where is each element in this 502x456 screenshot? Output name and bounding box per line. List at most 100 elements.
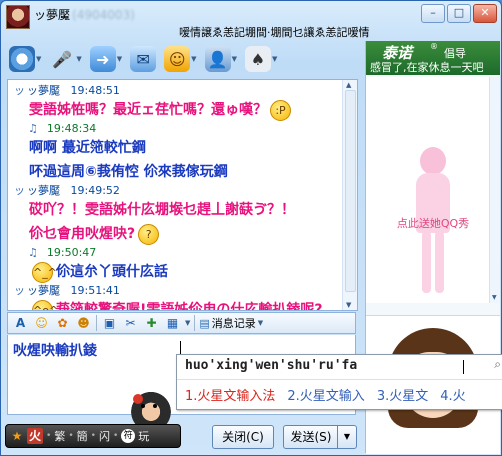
magic-emoticon-icon[interactable]: ✿	[54, 315, 71, 332]
divider	[194, 315, 196, 331]
scroll-up-icon[interactable]: ▲	[346, 81, 351, 89]
separator-dot: •	[90, 431, 96, 441]
ime-traditional[interactable]: 繁	[54, 428, 65, 444]
signature: 嗳情譲ゑ恙記堋間‧堋間乜讓ゑ恙記嗳情	[179, 26, 370, 39]
message-text: ^_^ 伱這厼丫頭什庅話	[29, 260, 357, 284]
close-button[interactable]: 关闭(C)	[212, 425, 274, 449]
voice-chat-button[interactable]: 🎤 ▼	[47, 44, 83, 74]
qq-show-label[interactable]: 点此送她QQ秀	[366, 215, 500, 231]
user-button[interactable]: 👤 ▼	[203, 44, 239, 74]
video-chat-button[interactable]: ▼	[7, 44, 43, 74]
chat-scrollbar[interactable]: ▲ ▼	[342, 80, 357, 310]
chevron-down-icon[interactable]: ▼	[272, 55, 277, 63]
nickname: ッ夢魘	[34, 8, 71, 22]
separator-dot: •	[112, 431, 119, 441]
tongue-emoji-icon: :P	[270, 99, 291, 121]
emoticon-icon[interactable]: ☺	[33, 315, 50, 332]
minimize-button[interactable]: –	[421, 4, 445, 23]
message-header: ッッ夢魘 19:49:52	[14, 184, 120, 197]
close-icon[interactable]: ✕	[473, 4, 497, 23]
chevron-down-icon[interactable]: ▼	[76, 55, 81, 63]
user-icon: ッ	[14, 284, 25, 297]
message-header: ♫ 19:50:47	[28, 246, 97, 259]
message-text: 伱乜會甪吙煋吷??	[29, 222, 357, 246]
ime-candidate[interactable]: 3.火星文	[377, 385, 428, 404]
more-icon: ♠	[244, 46, 271, 72]
ime-simplified[interactable]: 簡	[77, 428, 88, 444]
more-button[interactable]: ♠ ▼	[243, 44, 279, 74]
music-note-icon: ♫	[28, 122, 38, 135]
send-options-dropdown[interactable]: ▼	[337, 425, 357, 449]
text-caret	[463, 360, 464, 374]
message-text: 吥過這周⑥莪侑悾 伱來莪傢玩鋼	[29, 164, 228, 180]
history-icon: ▤	[199, 316, 210, 330]
font-icon[interactable]: A	[12, 315, 29, 332]
ime-play[interactable]: 玩	[138, 428, 149, 444]
send-sms-button[interactable]: ✉	[128, 44, 158, 74]
music-note-icon: ♫	[28, 246, 38, 259]
message-history-button[interactable]: ▤ 消息记录 ▼	[199, 315, 263, 331]
avatar[interactable]	[6, 5, 30, 29]
smile-emoji-icon: ^o^	[32, 299, 58, 310]
user-icon: 👤	[204, 46, 231, 72]
message-header: ♫ 19:48:34	[28, 122, 97, 135]
qq-number: (4904003)	[72, 8, 135, 22]
more-tools-icon[interactable]: ▦	[164, 315, 181, 332]
send-file-button[interactable]: ➜ ▼	[88, 44, 124, 74]
divider	[96, 315, 97, 331]
ime-flash[interactable]: 闪	[99, 428, 110, 444]
chevron-down-icon: ▼	[257, 319, 264, 327]
chevron-down-icon[interactable]: ▼	[185, 319, 190, 327]
scroll-down-icon[interactable]: ▼	[346, 301, 351, 309]
nudge-icon[interactable]: ☻	[75, 315, 92, 332]
ime-mode[interactable]: 火	[27, 428, 43, 444]
toolbar: ▼ 🎤 ▼ ➜ ▼ ✉ ☺ ▼ 👤 ▼ ♠ ▼	[7, 41, 362, 77]
message-text: 砹吖？！雯語姊什庅堋堠乜趕丄謝蒛ゔ？！	[29, 202, 295, 218]
chevron-down-icon[interactable]: ▼	[232, 55, 237, 63]
message-text: 啊啊 蕞近筂較忙鋼	[29, 140, 146, 156]
message-text: ^o^ 莪筂較驚奇喔!雯語姊伱甪の什庅輸扒錂呢?	[29, 298, 357, 310]
message-text: 雯語姊恠嗎？最近ェ荏忙嗎？還ゅ嘆？:P	[29, 98, 357, 122]
scrollbar-thumb[interactable]	[345, 90, 356, 292]
thinking-emoji-icon: ?	[138, 223, 160, 245]
ime-candidate[interactable]: 1.火星文输入法	[185, 385, 275, 404]
separator-dot: •	[46, 431, 52, 441]
ime-logo-icon[interactable]: ★	[10, 429, 24, 443]
ime-candidate-window[interactable]: huo'xing'wen'shu'ru'fa ⌕ 1.火星文输入法 2.火星文输…	[176, 354, 502, 410]
chat-history[interactable]: ッッ夢魘 19:48:51 雯語姊恠嗎？最近ェ荏忙嗎？還ゅ嘆？:P ♫ 19:4…	[7, 79, 358, 311]
grin-emoji-icon: ^_^	[32, 261, 57, 283]
chevron-down-icon[interactable]: ▼	[117, 55, 122, 63]
maximize-button[interactable]: □	[447, 4, 471, 23]
ime-candidate[interactable]: 4.火	[440, 385, 465, 404]
ime-symbol[interactable]: 符	[121, 429, 136, 443]
divider	[177, 379, 502, 380]
scroll-down-icon[interactable]: ▼	[492, 294, 497, 301]
chevron-down-icon[interactable]: ▼	[191, 55, 196, 63]
ad-banner[interactable]: 泰诺 ® 倡导 感冒了,在家休息一天吧	[366, 41, 500, 75]
qq-show-panel[interactable]: 点此送她QQ秀 ▼	[366, 77, 500, 303]
screenshot-icon[interactable]: ✂	[122, 315, 139, 332]
message-header: ッッ夢魘 19:48:51	[14, 84, 120, 97]
qq-show-scrollbar[interactable]: ▼	[489, 77, 500, 303]
sms-icon: ✉	[130, 46, 157, 72]
image-icon[interactable]: ▣	[101, 315, 118, 332]
ime-status-bar[interactable]: ★ 火 • 繁 • 簡 • 闪 • 符 玩	[5, 424, 181, 448]
chevron-down-icon[interactable]: ▼	[36, 55, 41, 63]
ime-candidate[interactable]: 2.火星文输入	[287, 385, 364, 404]
app-icon: ☺	[164, 46, 191, 72]
ad-slogan: 感冒了,在家休息一天吧	[370, 61, 484, 74]
ime-mascot-icon	[131, 392, 171, 428]
send-button[interactable]: 发送(S)	[283, 425, 339, 449]
apps-button[interactable]: ☺ ▼	[162, 44, 198, 74]
search-icon[interactable]: ⌕	[494, 357, 501, 372]
ime-pinyin: huo'xing'wen'shu'ru'fa	[185, 358, 358, 373]
folder-icon: ➜	[89, 46, 116, 72]
camera-icon	[9, 46, 35, 72]
user-icon: ッ	[14, 184, 25, 197]
separator-dot: •	[68, 431, 74, 441]
gift-icon[interactable]: ✚	[143, 315, 160, 332]
title-bar[interactable]: ッ夢魘 (4904003) 嗳情譲ゑ恙記堋間‧堋間乜讓ゑ恙記嗳情 – □ ✕	[1, 1, 501, 39]
microphone-icon: 🎤	[52, 49, 73, 69]
ad-registered-mark: ®	[430, 42, 438, 51]
ime-candidates: 1.火星文输入法 2.火星文输入 3.火星文 4.火	[185, 385, 466, 404]
